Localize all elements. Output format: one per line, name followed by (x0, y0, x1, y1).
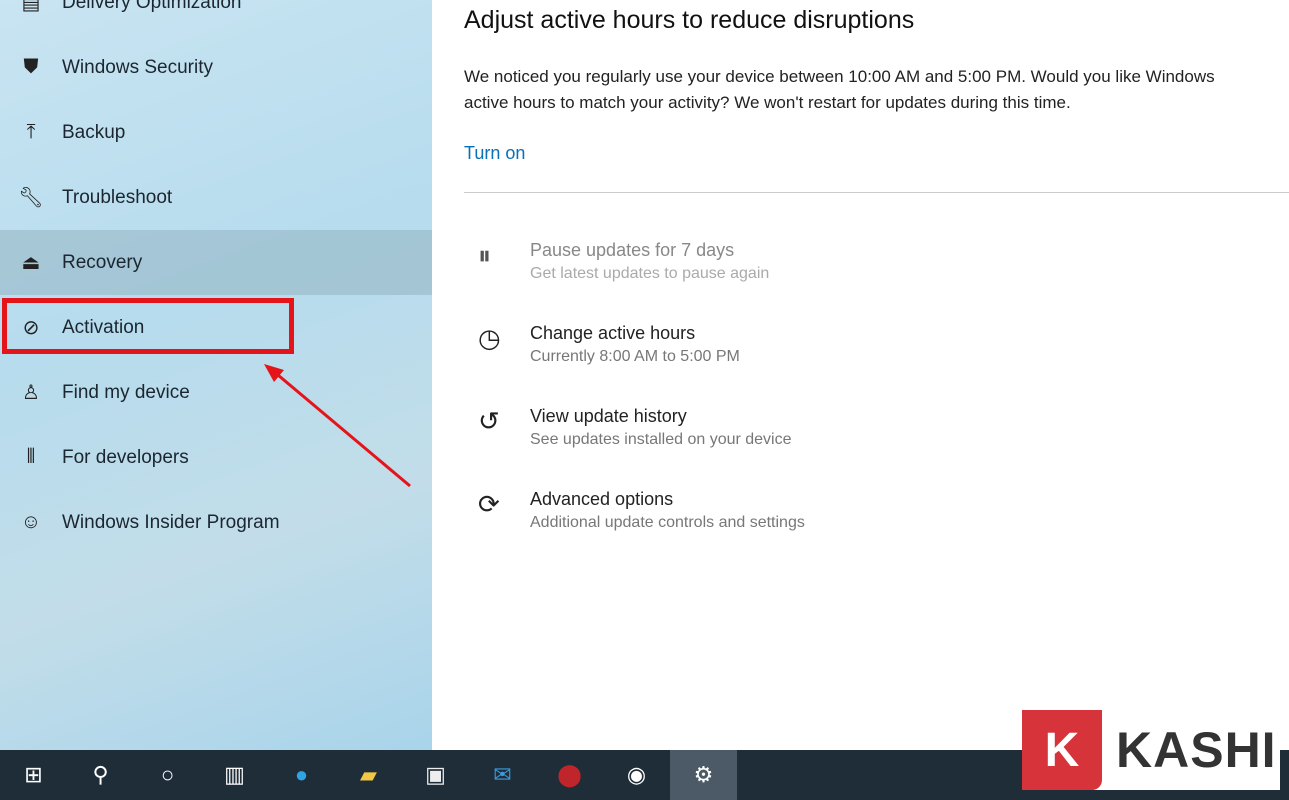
sidebar-item-windows-insider[interactable]: ☺ Windows Insider Program (0, 490, 432, 555)
store-icon[interactable]: ▣ (402, 750, 469, 800)
divider (464, 192, 1289, 193)
active-hours-description: We noticed you regularly use your device… (464, 67, 1215, 112)
sidebar-item-troubleshoot[interactable]: 🔧︎ Troubleshoot (0, 165, 432, 230)
file-explorer-icon[interactable]: ▰ (335, 750, 402, 800)
delivery-icon: ▤ (21, 0, 41, 14)
shield-icon: ⛊ (23, 56, 39, 78)
settings-sidebar: ▤ Delivery Optimization ⛊ Windows Security… (0, 0, 432, 750)
change-active-hours-option[interactable]: ◷ Change active hours Currently 8:00 AM to… (478, 323, 740, 366)
task-view-icon[interactable]: ▥ (201, 750, 268, 800)
search-icon[interactable]: ⚲ (67, 750, 134, 800)
history-icon: ↺ (478, 406, 500, 436)
section-title: Adjust active hours to reduce disruption… (464, 6, 915, 34)
view-update-history-option[interactable]: ↺ View update history See updates installe… (478, 406, 792, 449)
advanced-options-option[interactable]: ⟳ Advanced options Additional update contr… (478, 489, 805, 532)
wrench-icon: 🔧︎ (18, 187, 44, 209)
mail-icon[interactable]: ✉ (469, 750, 536, 800)
active-hours-clock-icon: ◷ (478, 323, 501, 353)
advanced-sync-gear-icon: ⟳ (478, 489, 500, 519)
highlight-box (2, 298, 294, 354)
start-icon[interactable]: ⊞ (0, 750, 67, 800)
pause-updates-option[interactable]: ⏸ Pause updates for 7 days Get latest upda… (478, 240, 769, 283)
recovery-icon: ⏏ (21, 252, 41, 274)
windows-update-panel: Adjust active hours to reduce disruption… (432, 0, 1289, 750)
turn-on-link[interactable]: Turn on (464, 143, 525, 164)
pause-icon: ⏸ (478, 240, 492, 270)
insider-cat-icon: ☺ (20, 511, 42, 533)
game-app-icon[interactable]: ⬤ (536, 750, 603, 800)
obs-icon[interactable]: ◉ (603, 750, 670, 800)
sidebar-item-recovery[interactable]: ⏏ Recovery (0, 230, 432, 295)
sidebar-item-delivery-optimization[interactable]: ▤ Delivery Optimization (0, 0, 432, 35)
cortana-icon[interactable]: ○ (134, 750, 201, 800)
sidebar-item-backup[interactable]: ⤒ Backup (0, 100, 432, 165)
sidebar-item-windows-security[interactable]: ⛊ Windows Security (0, 35, 432, 100)
settings-gear-icon[interactable]: ⚙ (670, 750, 737, 800)
watermark-logo: K KASHI (1022, 710, 1280, 790)
developer-tools-icon: ⫴ (26, 446, 36, 468)
red-arrow-annotation (264, 364, 411, 488)
backup-arrow-icon: ⤒ (26, 121, 36, 143)
person-pin-icon: ♙ (22, 382, 40, 404)
edge-icon[interactable]: ● (268, 750, 335, 800)
